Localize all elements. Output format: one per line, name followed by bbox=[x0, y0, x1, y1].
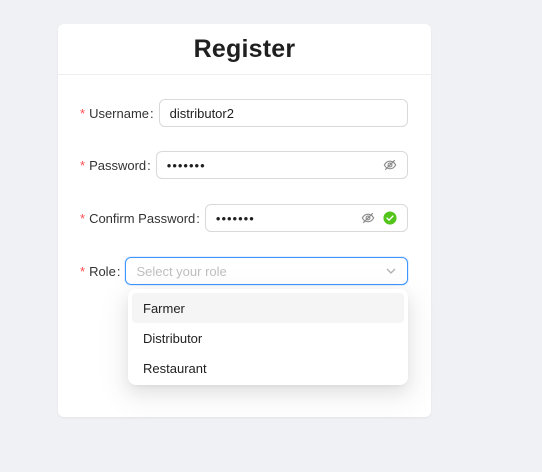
username-label: * Username : bbox=[80, 106, 159, 121]
role-select[interactable]: Select your role bbox=[125, 257, 408, 285]
required-marker: * bbox=[80, 105, 86, 121]
chevron-down-icon[interactable] bbox=[385, 265, 397, 277]
confirm-password-label: * Confirm Password : bbox=[80, 211, 205, 226]
required-marker: * bbox=[80, 210, 86, 226]
password-value: ••••••• bbox=[166, 157, 206, 173]
password-label: * Password : bbox=[80, 158, 156, 173]
label-colon: : bbox=[150, 105, 154, 121]
required-marker: * bbox=[80, 263, 86, 279]
username-row: * Username : distributor2 bbox=[80, 98, 408, 128]
confirm-password-input[interactable]: ••••••• bbox=[204, 204, 408, 232]
label-colon: : bbox=[116, 263, 121, 279]
role-dropdown: Farmer Distributor Restaurant bbox=[128, 289, 408, 385]
confirm-password-value: ••••••• bbox=[215, 210, 255, 226]
role-row: * Role : Select your role bbox=[80, 256, 408, 286]
card-header: Register bbox=[58, 24, 431, 75]
password-row: * Password : ••••••• bbox=[80, 150, 408, 180]
confirm-password-row: * Confirm Password : ••••••• bbox=[80, 203, 408, 233]
password-label-text: Password bbox=[89, 157, 147, 173]
eye-invisible-icon[interactable] bbox=[361, 211, 375, 225]
label-colon: : bbox=[147, 157, 151, 173]
role-option-restaurant[interactable]: Restaurant bbox=[132, 353, 404, 383]
password-input[interactable]: ••••••• bbox=[155, 151, 408, 179]
role-option-distributor[interactable]: Distributor bbox=[132, 323, 404, 353]
role-placeholder: Select your role bbox=[136, 263, 227, 279]
label-colon: : bbox=[196, 210, 200, 226]
page-title: Register bbox=[193, 34, 296, 63]
role-label-text: Role bbox=[89, 263, 116, 279]
username-value: distributor2 bbox=[169, 105, 234, 121]
role-label: * Role : bbox=[80, 264, 125, 279]
check-circle-icon bbox=[383, 211, 397, 225]
eye-invisible-icon[interactable] bbox=[383, 158, 397, 172]
username-label-text: Username bbox=[89, 105, 150, 121]
username-input[interactable]: distributor2 bbox=[158, 99, 408, 127]
required-marker: * bbox=[80, 157, 86, 173]
role-option-farmer[interactable]: Farmer bbox=[132, 293, 404, 323]
confirm-password-label-text: Confirm Password bbox=[89, 210, 196, 226]
